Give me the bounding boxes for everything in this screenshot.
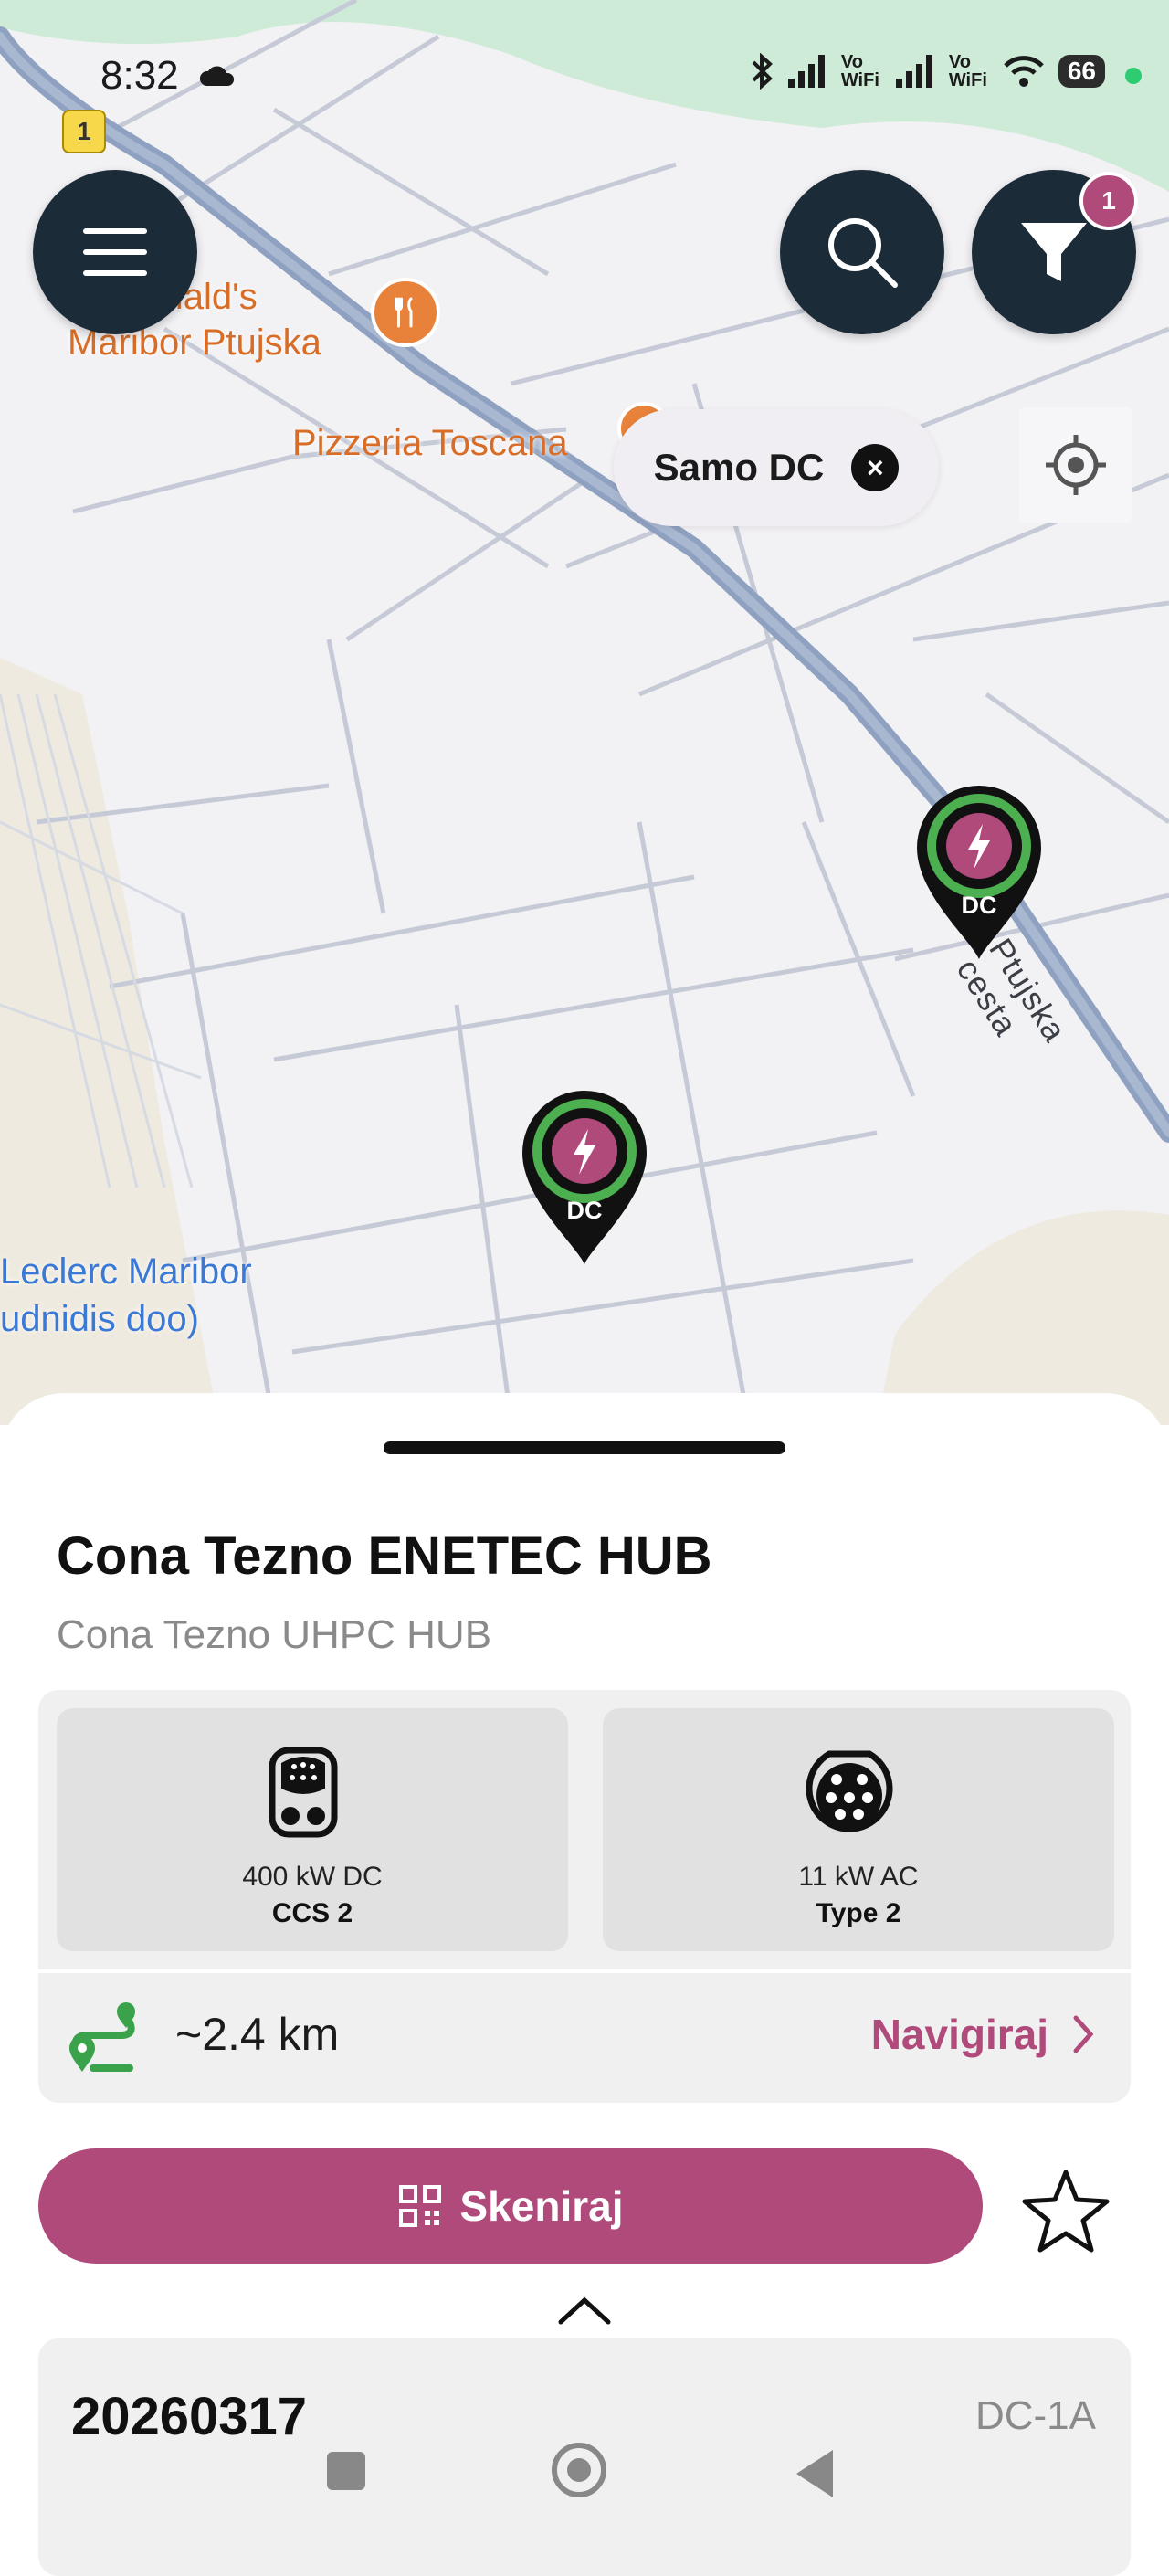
menu-button[interactable] — [33, 170, 197, 334]
divider — [38, 1969, 1131, 1973]
vowifi-label: Vo WiFi — [840, 52, 879, 90]
charging-pin-icon — [917, 786, 1041, 959]
poi-leclerc-name: Leclerc Maribor — [0, 1251, 252, 1292]
distance-text: ~2.4 km — [175, 2009, 340, 2060]
scan-label: Skeniraj — [459, 2182, 624, 2230]
scan-button[interactable]: Skeniraj — [38, 2148, 983, 2264]
status-icons: Vo WiFi Vo WiFi 66 — [750, 53, 1105, 90]
connector-card-ccs2[interactable]: 400 kW DC CCS 2 — [57, 1708, 568, 1951]
vowifi-label: Vo WiFi — [948, 52, 987, 90]
my-location-button[interactable] — [1019, 407, 1132, 523]
route-icon — [69, 2002, 135, 2072]
notification-dot — [1125, 68, 1142, 84]
poi-pizzeria[interactable]: Pizzeria Toscana — [292, 420, 568, 466]
search-button[interactable] — [780, 170, 944, 334]
navigate-button[interactable]: Navigiraj — [871, 2010, 1094, 2059]
recents-button[interactable] — [327, 2452, 365, 2490]
filter-icon — [1021, 223, 1087, 281]
chevron-up-icon[interactable] — [557, 2296, 612, 2326]
status-time: 8:32 — [100, 53, 179, 98]
connector-card-type2[interactable]: 11 kW AC Type 2 — [603, 1708, 1114, 1951]
pin-label: DC — [961, 892, 997, 919]
favorite-star-icon[interactable] — [1021, 2169, 1111, 2253]
connector-type: CCS 2 — [271, 1898, 353, 1928]
charging-pin-icon — [522, 1091, 647, 1264]
navigate-label: Navigiraj — [870, 2011, 1048, 2058]
bluetooth-icon — [752, 53, 773, 90]
system-navigation-bar — [0, 2430, 1169, 2532]
back-button[interactable] — [796, 2450, 833, 2497]
battery-indicator: 66 — [1058, 55, 1105, 88]
station-name: Cona Tezno ENETEC HUB — [57, 1526, 712, 1586]
hamburger-icon — [83, 228, 147, 276]
station-subtitle: Cona Tezno UHPC HUB — [57, 1612, 492, 1657]
filter-count-badge: 1 — [1079, 172, 1138, 230]
close-icon[interactable]: × — [851, 444, 900, 491]
drag-handle[interactable] — [384, 1441, 785, 1454]
crosshair-icon — [1046, 435, 1106, 495]
connector-power: 11 kW AC — [798, 1862, 919, 1892]
cloud-icon — [199, 66, 235, 86]
qr-code-icon — [398, 2185, 441, 2227]
poi-leclerc-sub: udnidis doo) — [0, 1299, 199, 1339]
connector-power: 400 kW DC — [242, 1862, 383, 1892]
wifi-icon — [1004, 56, 1044, 87]
charging-station-pin[interactable]: DC — [915, 784, 1043, 963]
signal-icon — [787, 55, 825, 88]
status-bar: 8:32 Vo WiFi Vo WiFi 66 — [0, 0, 1169, 155]
charging-station-pin[interactable]: DC — [521, 1089, 648, 1268]
signal-icon — [895, 55, 932, 88]
pin-label: DC — [566, 1197, 603, 1224]
type2-connector-icon — [806, 1750, 893, 1832]
restaurant-icon[interactable] — [371, 278, 440, 347]
ccs2-connector-icon — [269, 1747, 338, 1838]
connector-type: Type 2 — [816, 1898, 901, 1928]
home-button[interactable] — [552, 2443, 606, 2497]
chevron-right-icon — [1073, 2015, 1094, 2053]
poi-leclerc[interactable]: Leclerc Maribor udnidis doo) — [0, 1248, 252, 1343]
filter-chip-label: Samo DC — [653, 446, 825, 489]
filter-chip-dc[interactable]: Samo DC × — [614, 409, 939, 526]
search-icon — [828, 218, 898, 288]
